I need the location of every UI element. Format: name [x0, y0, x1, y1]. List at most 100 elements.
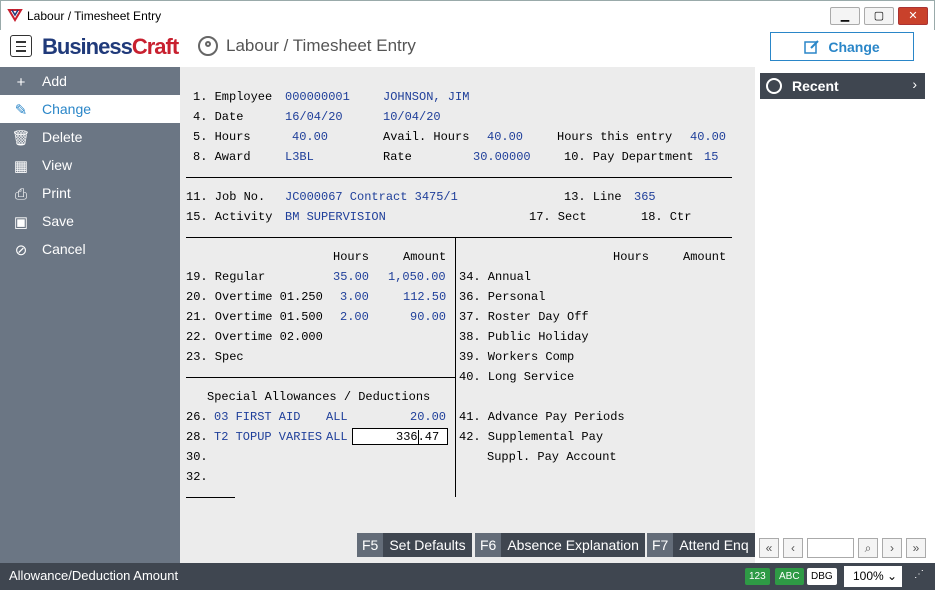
- prev-page-icon[interactable]: ‹: [783, 538, 803, 558]
- printer-icon: ⎙: [14, 185, 27, 203]
- sidebar-item-change[interactable]: ✎ Change: [0, 95, 180, 123]
- job-label: 11. Job No.: [186, 190, 266, 204]
- grip-icon: ⋰: [914, 569, 924, 580]
- title-bar: Labour / Timesheet Entry ▁ ▢ ✕: [0, 0, 935, 30]
- divider: [186, 177, 732, 178]
- user-icon: [198, 36, 218, 56]
- right-row-label: 36. Personal: [459, 290, 546, 304]
- job-value[interactable]: JC000067 Contract 3475/1: [285, 190, 458, 204]
- employee-name: JOHNSON, JIM: [383, 90, 470, 104]
- plus-icon: +: [16, 73, 26, 91]
- row-hours[interactable]: 35.00: [333, 270, 369, 284]
- sidebar-item-delete[interactable]: 🗑 Delete: [0, 123, 180, 151]
- f6-absence-explanation-button[interactable]: F6 Absence Explanation: [475, 533, 645, 557]
- row-label: 21. Overtime 01.500: [186, 310, 323, 324]
- f7-attend-enq-button[interactable]: F7 Attend Enq: [647, 533, 755, 557]
- zoom-select[interactable]: 100% ⌄: [844, 566, 902, 587]
- f5-set-defaults-button[interactable]: F5 Set Defaults: [357, 533, 472, 557]
- award-value[interactable]: L3BL: [285, 150, 314, 164]
- status-text: Allowance/Deduction Amount: [9, 568, 179, 583]
- right-pane: [755, 67, 935, 563]
- sidebar-item-add[interactable]: + Add: [0, 67, 180, 95]
- cancel-icon: ⊘: [14, 242, 28, 259]
- save-icon: ▣: [13, 214, 29, 231]
- close-button[interactable]: ✕: [898, 7, 928, 25]
- row-amount[interactable]: 1,050.00: [388, 270, 446, 284]
- line-label: 13. Line: [564, 190, 622, 204]
- row-label: 19. Regular: [186, 270, 266, 284]
- sect-label: 17. Sect: [529, 210, 587, 224]
- right-row-label: 34. Annual: [459, 270, 532, 284]
- avail-hours-value: 40.00: [487, 130, 524, 144]
- pay-dept-label: 10. Pay Department: [564, 150, 694, 164]
- avail-hours-label: Avail. Hours: [383, 130, 470, 144]
- recent-label: Recent: [792, 78, 839, 94]
- sidebar-item-print[interactable]: ⎙ Print: [0, 179, 180, 207]
- employee-code[interactable]: 000000001: [285, 90, 350, 104]
- debug-badge[interactable]: DBG: [807, 568, 837, 585]
- hamburger-menu-icon[interactable]: [10, 35, 32, 57]
- row-hours[interactable]: 3.00: [340, 290, 369, 304]
- abc-mode-badge[interactable]: ABC: [775, 568, 804, 585]
- sidebar-item-view[interactable]: ▦ View: [0, 151, 180, 179]
- table-icon: ▦: [13, 158, 29, 175]
- row-label: 22. Overtime 02.000: [186, 330, 323, 344]
- right-row-label: 40. Long Service: [459, 370, 575, 384]
- recent-panel-button[interactable]: Recent ›: [760, 73, 925, 99]
- sidebar-item-save[interactable]: ▣ Save: [0, 207, 180, 235]
- rate-value: 30.00000: [473, 150, 531, 164]
- row-amount[interactable]: 112.50: [403, 290, 446, 304]
- hours-entry-value: 40.00: [690, 130, 727, 144]
- allow-amount[interactable]: 20.00: [410, 410, 446, 424]
- row-hours[interactable]: 2.00: [340, 310, 369, 324]
- row-label: 20. Overtime 01.250: [186, 290, 323, 304]
- activity-value[interactable]: BM SUPERVISION: [285, 210, 386, 224]
- row-label: 23. Spec: [186, 350, 244, 364]
- page-title-text: Labour / Timesheet Entry: [226, 36, 416, 55]
- chevron-down-icon: ⌄: [887, 569, 898, 583]
- app-header: BusinessCraft Labour / Timesheet Entry C…: [0, 30, 935, 67]
- allow-who: ALL: [326, 430, 348, 444]
- edit-icon: ✎: [14, 102, 28, 119]
- hours-label: 5. Hours: [193, 130, 251, 144]
- change-button-label: Change: [828, 38, 880, 55]
- activity-label: 15. Activity: [186, 210, 273, 224]
- date-value[interactable]: 16/04/20: [285, 110, 343, 124]
- logo: BusinessCraft: [42, 34, 179, 59]
- minimize-button[interactable]: ▁: [830, 7, 860, 25]
- hours-header: Hours: [333, 250, 370, 264]
- allow-desc[interactable]: T2 TOPUP VARIES: [214, 430, 322, 444]
- hours-value[interactable]: 40.00: [292, 130, 328, 144]
- right-row-label: 37. Roster Day Off: [459, 310, 589, 324]
- change-button[interactable]: Change: [770, 32, 914, 61]
- maximize-button[interactable]: ▢: [864, 7, 894, 25]
- next-page-icon[interactable]: ›: [882, 538, 902, 558]
- allow-who: ALL: [326, 410, 348, 424]
- rate-label: Rate: [383, 150, 412, 164]
- allow-num: 32.: [186, 470, 208, 484]
- divider: [186, 237, 732, 238]
- sidebar-item-cancel[interactable]: ⊘ Cancel: [0, 235, 180, 263]
- allow-num: 26.: [186, 410, 208, 424]
- window-title: Labour / Timesheet Entry: [27, 9, 162, 23]
- hours-entry-label: Hours this entry: [557, 130, 673, 144]
- search-icon[interactable]: ⌕: [858, 538, 878, 558]
- divider: [186, 377, 456, 378]
- app-icon: [7, 9, 23, 22]
- row-amount[interactable]: 90.00: [410, 310, 446, 324]
- numeric-mode-badge[interactable]: 123: [745, 568, 770, 585]
- line-value[interactable]: 365: [634, 190, 656, 204]
- allow-num: 28.: [186, 430, 208, 444]
- ctr-label: 18. Ctr: [641, 210, 692, 224]
- last-page-icon[interactable]: »: [906, 538, 926, 558]
- allow-desc[interactable]: 03 FIRST AID: [214, 410, 300, 424]
- first-page-icon[interactable]: «: [759, 538, 779, 558]
- page-number-input[interactable]: [807, 538, 854, 558]
- divider: [186, 497, 235, 498]
- right-row-label: 38. Public Holiday: [459, 330, 589, 344]
- date2-value: 10/04/20: [383, 110, 441, 124]
- pay-dept-value[interactable]: 15: [704, 150, 718, 164]
- suppl-account-label: Suppl. Pay Account: [487, 450, 617, 464]
- right-row-label: 39. Workers Comp: [459, 350, 575, 364]
- clock-icon: [766, 78, 782, 94]
